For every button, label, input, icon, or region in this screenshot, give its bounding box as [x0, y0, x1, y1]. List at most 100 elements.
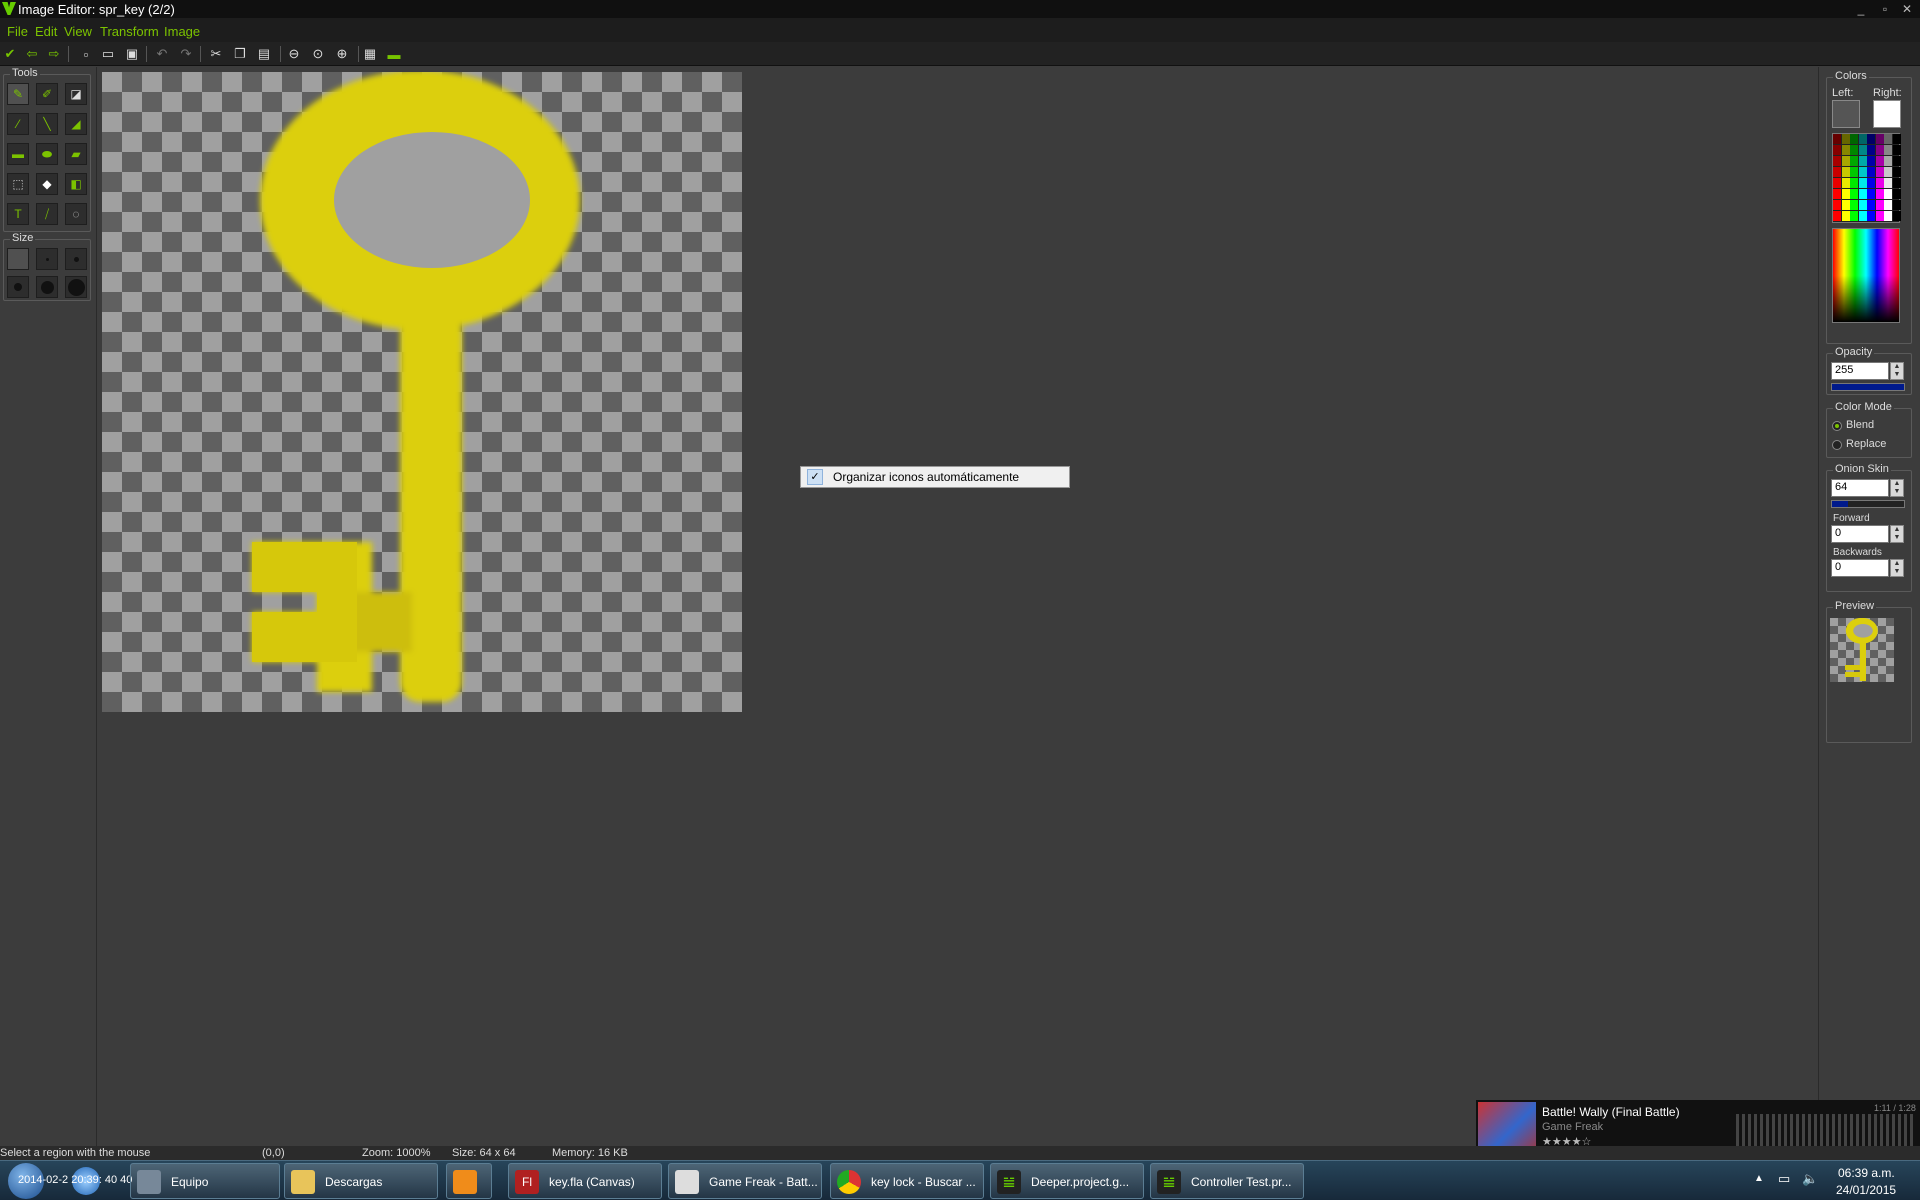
palette-swatch[interactable]	[1875, 200, 1884, 210]
eraser-tool-icon[interactable]: ◪	[65, 83, 87, 105]
size-5-button[interactable]	[36, 276, 58, 298]
task-gamemaker-1[interactable]: 𝌡 Deeper.project.g...	[990, 1163, 1144, 1199]
palette-swatch[interactable]	[1875, 134, 1884, 144]
palette-swatch[interactable]	[1892, 156, 1901, 166]
palette-swatch[interactable]	[1833, 145, 1841, 155]
opacity-slider[interactable]	[1831, 383, 1905, 391]
zoom-out-icon[interactable]: ⊖	[286, 46, 302, 62]
forward-input[interactable]: 0	[1831, 525, 1889, 543]
palette-swatch[interactable]	[1841, 145, 1850, 155]
maximize-button[interactable]: ▫	[1876, 2, 1894, 16]
text-tool-icon[interactable]: T	[7, 203, 29, 225]
palette-swatch[interactable]	[1833, 134, 1841, 144]
palette-swatch[interactable]	[1841, 167, 1850, 177]
palette-swatch[interactable]	[1892, 145, 1901, 155]
task-descargas[interactable]: Descargas	[284, 1163, 438, 1199]
pick-tool-icon[interactable]: ⁄	[7, 113, 29, 135]
palette-swatch[interactable]	[1858, 200, 1867, 210]
palette-swatch[interactable]	[1841, 200, 1850, 210]
palette-swatch[interactable]	[1884, 189, 1892, 199]
palette-swatch[interactable]	[1850, 134, 1858, 144]
clock-date[interactable]: 24/01/2015	[1836, 1183, 1896, 1197]
palette-swatch[interactable]	[1850, 211, 1858, 221]
undo-icon[interactable]: ↶	[154, 46, 170, 62]
open-folder-icon[interactable]: ▭	[100, 46, 116, 62]
menu-image[interactable]: Image	[164, 24, 200, 39]
palette-swatch[interactable]	[1850, 145, 1858, 155]
size-4-button[interactable]	[7, 276, 29, 298]
select-region-icon[interactable]: ⬚	[7, 173, 29, 195]
line-tool-icon[interactable]: ╲	[36, 113, 58, 135]
close-button[interactable]: ✕	[1898, 2, 1916, 16]
palette-swatch[interactable]	[1884, 200, 1892, 210]
color-palette[interactable]	[1832, 133, 1901, 223]
palette-swatch[interactable]	[1833, 167, 1841, 177]
cut-icon[interactable]: ✂	[208, 46, 224, 62]
task-gamemaker-2[interactable]: 𝌡 Controller Test.pr...	[1150, 1163, 1304, 1199]
arrow-left-icon[interactable]: ⇦	[24, 46, 40, 62]
palette-swatch[interactable]	[1858, 145, 1867, 155]
palette-swatch[interactable]	[1892, 200, 1901, 210]
palette-swatch[interactable]	[1833, 178, 1841, 188]
palette-swatch[interactable]	[1892, 167, 1901, 177]
palette-swatch[interactable]	[1884, 167, 1892, 177]
palette-swatch[interactable]	[1850, 178, 1858, 188]
palette-swatch[interactable]	[1858, 134, 1867, 144]
palette-swatch[interactable]	[1841, 211, 1850, 221]
arrow-right-icon[interactable]: ⇨	[46, 46, 62, 62]
left-color-swatch[interactable]	[1832, 100, 1860, 128]
zoom-in-icon[interactable]: ⊕	[334, 46, 350, 62]
palette-swatch[interactable]	[1867, 145, 1875, 155]
backwards-spinner[interactable]: ▲ ▼	[1890, 559, 1904, 577]
palette-swatch[interactable]	[1884, 178, 1892, 188]
size-3-button[interactable]	[65, 248, 87, 270]
spray-tool-icon[interactable]: ✐	[36, 83, 58, 105]
palette-swatch[interactable]	[1850, 200, 1858, 210]
palette-swatch[interactable]	[1867, 200, 1875, 210]
palette-swatch[interactable]	[1875, 211, 1884, 221]
replace-radio[interactable]	[1832, 440, 1842, 450]
ellipse-tool-icon[interactable]: ⬬	[36, 143, 58, 165]
palette-swatch[interactable]	[1833, 200, 1841, 210]
palette-swatch[interactable]	[1850, 156, 1858, 166]
opacity-input[interactable]: 255	[1831, 362, 1889, 380]
palette-swatch[interactable]	[1892, 211, 1901, 221]
palette-swatch[interactable]	[1867, 134, 1875, 144]
palette-swatch[interactable]	[1892, 178, 1901, 188]
palette-swatch[interactable]	[1867, 156, 1875, 166]
task-flash[interactable]: Fl key.fla (Canvas)	[508, 1163, 662, 1199]
size-2-button[interactable]	[36, 248, 58, 270]
palette-swatch[interactable]	[1875, 156, 1884, 166]
task-media-player[interactable]	[446, 1163, 492, 1199]
new-file-icon[interactable]: ▫	[78, 46, 94, 62]
circle-select-icon[interactable]: ◌	[65, 203, 87, 225]
menu-transform[interactable]: Transform	[100, 24, 159, 39]
palette-swatch[interactable]	[1892, 134, 1901, 144]
pencil-tool-icon[interactable]: ✎	[7, 83, 29, 105]
onion-skin-spinner[interactable]: ▲ ▼	[1890, 479, 1904, 497]
palette-swatch[interactable]	[1892, 189, 1901, 199]
polygon-tool-icon[interactable]: ◢	[65, 113, 87, 135]
confirm-check-icon[interactable]: ✔	[2, 46, 18, 62]
palette-swatch[interactable]	[1841, 178, 1850, 188]
network-icon[interactable]: ▭	[1778, 1171, 1790, 1187]
onion-skin-slider[interactable]	[1831, 500, 1905, 508]
menu-view[interactable]: View	[64, 24, 92, 39]
palette-swatch[interactable]	[1867, 167, 1875, 177]
palette-swatch[interactable]	[1850, 167, 1858, 177]
palette-swatch[interactable]	[1858, 167, 1867, 177]
palette-swatch[interactable]	[1867, 178, 1875, 188]
magic-wand-icon[interactable]: ◆	[36, 173, 58, 195]
palette-swatch[interactable]	[1850, 189, 1858, 199]
palette-swatch[interactable]	[1875, 189, 1884, 199]
palette-swatch[interactable]	[1841, 189, 1850, 199]
palette-swatch[interactable]	[1875, 167, 1884, 177]
palette-swatch[interactable]	[1833, 211, 1841, 221]
palette-swatch[interactable]	[1884, 134, 1892, 144]
palette-swatch[interactable]	[1884, 211, 1892, 221]
palette-swatch[interactable]	[1884, 156, 1892, 166]
color-picker-icon[interactable]: ⧸	[36, 203, 58, 225]
tray-expand-icon[interactable]: ▲	[1754, 1173, 1764, 1184]
menu-edit[interactable]: Edit	[35, 24, 57, 39]
forward-spinner[interactable]: ▲ ▼	[1890, 525, 1904, 543]
